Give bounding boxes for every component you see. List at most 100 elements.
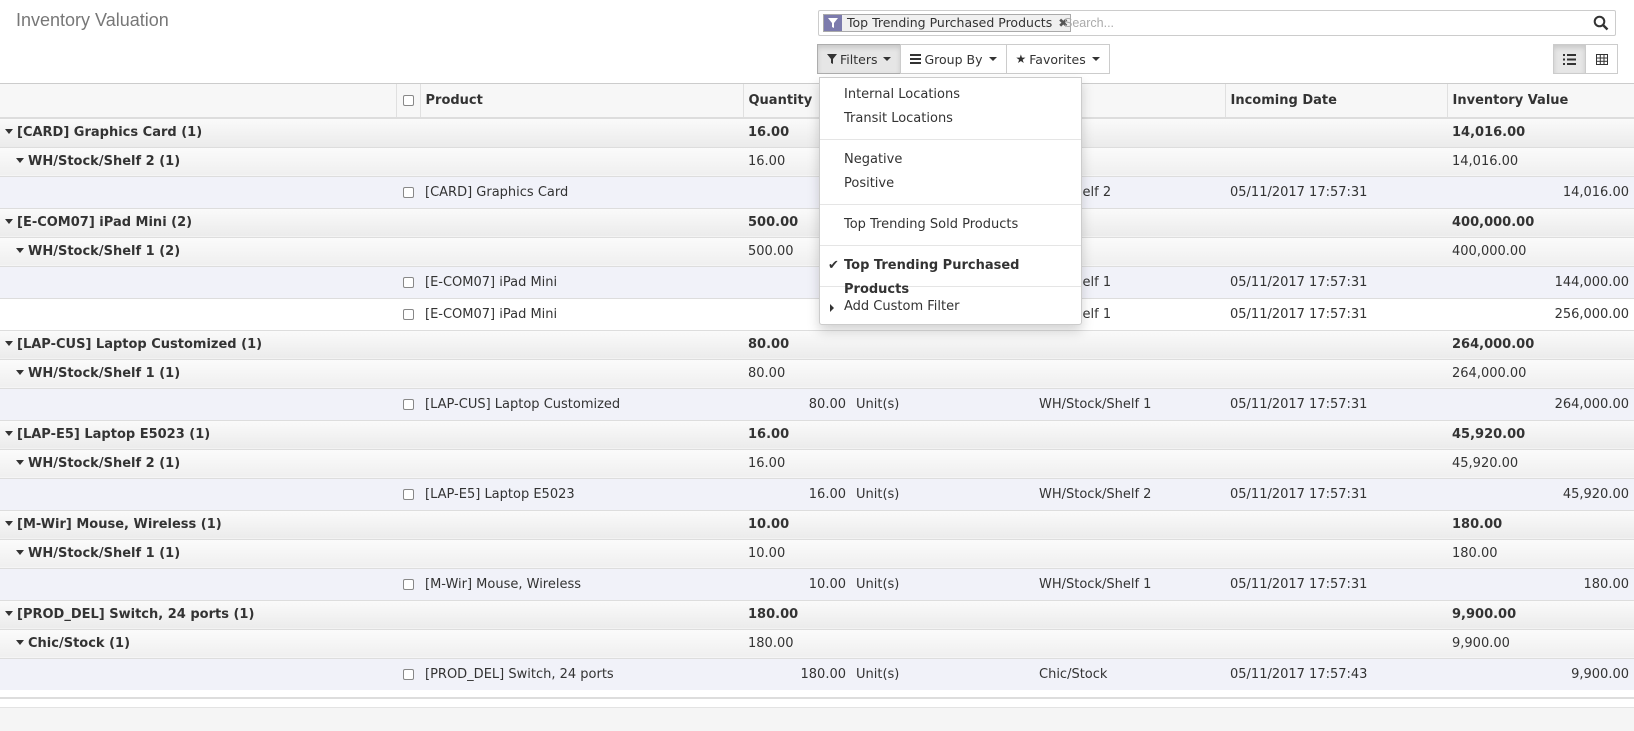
table-footer-divider: [0, 697, 1634, 699]
row-checkbox[interactable]: [396, 567, 420, 600]
caret-down-icon: [5, 219, 13, 224]
table-row[interactable]: [CARD] Graphics Card1ock/Shelf 205/11/20…: [0, 175, 1634, 208]
cell-incoming-date: 05/11/2017 17:57:31: [1225, 265, 1447, 298]
filter-item-label: Negative: [844, 152, 903, 167]
table-row[interactable]: [LAP-E5] Laptop E5023 16.00 Unit(s) WH/Stoc…: [0, 477, 1634, 510]
list-view-button[interactable]: [1553, 44, 1586, 74]
subgroup-row[interactable]: WH/Stock/Shelf 1 (2) 500.00 400,000.00: [0, 236, 1634, 266]
row-checkbox[interactable]: [396, 265, 420, 298]
group-row[interactable]: [CARD] Graphics Card (1) 16.00 14,016.00: [0, 117, 1634, 147]
row-checkbox[interactable]: [396, 477, 420, 510]
cell-inventory-value: 14,016.00: [1447, 175, 1634, 208]
check-icon: ✔: [828, 258, 839, 273]
group-value: 400,000.00: [1447, 207, 1634, 237]
search-input[interactable]: [1064, 14, 1564, 32]
group-label: WH/Stock/Shelf 2 (1): [28, 456, 181, 471]
cell-inventory-value: 264,000.00: [1447, 387, 1634, 420]
subgroup-row[interactable]: WH/Stock/Shelf 2 (1) 16.00 14,016.00: [0, 146, 1634, 176]
cell-product: [M-Wir] Mouse, Wireless: [420, 567, 743, 600]
group-label: [M-Wir] Mouse, Wireless (1): [17, 517, 222, 532]
cell-incoming-date: 05/11/2017 17:57:43: [1225, 657, 1447, 690]
group-value: 14,016.00: [1447, 117, 1634, 147]
table-row[interactable]: [PROD_DEL] Switch, 24 ports 180.00 Unit(s)…: [0, 657, 1634, 690]
filter-item-label: Add Custom Filter: [844, 299, 960, 314]
search-icon[interactable]: [1593, 15, 1609, 31]
cell-product: [LAP-E5] Laptop E5023: [420, 477, 743, 510]
filters-dropdown: Internal Locations Transit Locations Negat…: [819, 77, 1082, 325]
menu-divider: [820, 139, 1081, 140]
group-row[interactable]: [PROD_DEL] Switch, 24 ports (1) 180.00 9,9…: [0, 599, 1634, 629]
column-inventory-value[interactable]: Inventory Value: [1446, 84, 1634, 119]
group-row[interactable]: [LAP-E5] Laptop E5023 (1) 16.00 45,920.00: [0, 419, 1634, 449]
favorites-label: Favorites: [1029, 51, 1086, 67]
search-bar[interactable]: Top Trending Purchased Products ✖: [818, 10, 1616, 36]
caret-down-icon: [5, 431, 13, 436]
filter-item-negative[interactable]: Negative: [820, 148, 1081, 172]
filter-item-label: Positive: [844, 176, 895, 191]
list-view: Product Quantity on Incoming Date Invent…: [0, 84, 1634, 690]
row-checkbox[interactable]: [396, 387, 420, 420]
caret-down-icon: [5, 611, 13, 616]
subgroup-row[interactable]: WH/Stock/Shelf 1 (1) 80.00 264,000.00: [0, 358, 1634, 388]
search-facet[interactable]: Top Trending Purchased Products ✖: [823, 14, 1072, 32]
subgroup-row[interactable]: Chic/Stock (1) 180.00 9,900.00: [0, 628, 1634, 658]
filter-item-internal-locations[interactable]: Internal Locations: [820, 83, 1081, 107]
cell-inventory-value: 144,000.00: [1447, 265, 1634, 298]
cell-quantity: 10.00: [743, 567, 851, 600]
table-row[interactable]: [LAP-CUS] Laptop Customized 80.00 Unit(s) W…: [0, 387, 1634, 420]
bars-icon: [910, 54, 922, 64]
filter-item-top-trending-sold-products[interactable]: Top Trending Sold Products: [820, 213, 1081, 237]
pivot-view-button[interactable]: [1585, 44, 1618, 74]
row-checkbox[interactable]: [396, 175, 420, 208]
cell-inventory-value: 45,920.00: [1447, 477, 1634, 510]
group-quantity: 80.00: [743, 329, 851, 359]
cell-incoming-date: 05/11/2017 17:57:31: [1225, 387, 1447, 420]
table-row[interactable]: [M-Wir] Mouse, Wireless 10.00 Unit(s) WH/St…: [0, 567, 1634, 600]
group-label: [PROD_DEL] Switch, 24 ports (1): [17, 607, 255, 622]
group-value: 14,016.00: [1447, 146, 1634, 176]
table-row[interactable]: [E-COM07] iPad Mini32ock/Shelf 105/11/20…: [0, 297, 1634, 330]
list-icon: [1563, 53, 1576, 65]
group-label: WH/Stock/Shelf 2 (1): [28, 154, 181, 169]
group-row[interactable]: [E-COM07] iPad Mini (2) 500.00 400,000.00: [0, 207, 1634, 237]
filter-item-positive[interactable]: Positive: [820, 172, 1081, 196]
group-label: WH/Stock/Shelf 1 (1): [28, 546, 181, 561]
group-value: 400,000.00: [1447, 236, 1634, 266]
group-value: 9,900.00: [1447, 628, 1634, 658]
filter-item-top-trending-purchased-products[interactable]: ✔ Top Trending Purchased Products: [820, 254, 1081, 297]
subgroup-row[interactable]: WH/Stock/Shelf 1 (1) 10.00 180.00: [0, 538, 1634, 568]
cell-product: [CARD] Graphics Card: [420, 175, 743, 208]
filter-item-transit-locations[interactable]: Transit Locations: [820, 107, 1081, 131]
cell-location: WH/Stock/Shelf 1: [1034, 567, 1225, 600]
facet-label: Top Trending Purchased Products: [847, 15, 1053, 30]
row-checkbox[interactable]: [396, 657, 420, 690]
group-value: 180.00: [1447, 509, 1634, 539]
table-row[interactable]: [E-COM07] iPad Mini18ock/Shelf 105/11/20…: [0, 265, 1634, 298]
group-row[interactable]: [M-Wir] Mouse, Wireless (1) 10.00 180.00: [0, 509, 1634, 539]
table-icon: [1595, 53, 1608, 65]
column-product[interactable]: Product: [419, 84, 743, 119]
group-quantity: 16.00: [743, 448, 851, 478]
cell-location: WH/Stock/Shelf 1: [1034, 387, 1225, 420]
group-by-label: Group By: [924, 51, 983, 67]
select-all-checkbox[interactable]: [395, 84, 420, 119]
group-row[interactable]: [LAP-CUS] Laptop Customized (1) 80.00 264,…: [0, 329, 1634, 359]
row-checkbox[interactable]: [396, 297, 420, 330]
caret-down-icon: [5, 341, 13, 346]
cell-incoming-date: 05/11/2017 17:57:31: [1225, 477, 1447, 510]
filters-button[interactable]: Filters: [817, 44, 902, 74]
subgroup-row[interactable]: WH/Stock/Shelf 2 (1) 16.00 45,920.00: [0, 448, 1634, 478]
caret-down-icon: [1091, 57, 1100, 61]
cell-quantity: 180.00: [743, 657, 851, 690]
group-by-button[interactable]: Group By: [900, 44, 1007, 74]
group-quantity: 10.00: [743, 509, 851, 539]
page-title: Inventory Valuation: [16, 10, 169, 30]
group-label: [LAP-CUS] Laptop Customized (1): [17, 337, 263, 352]
group-value: 45,920.00: [1447, 419, 1634, 449]
filter-item-add-custom-filter[interactable]: Add Custom Filter: [820, 295, 1081, 319]
cell-uom: Unit(s): [851, 567, 1034, 600]
cell-incoming-date: 05/11/2017 17:57:31: [1225, 567, 1447, 600]
column-incoming-date[interactable]: Incoming Date: [1224, 84, 1447, 119]
filter-icon: [827, 54, 837, 64]
favorites-button[interactable]: ★ Favorites: [1005, 44, 1110, 74]
